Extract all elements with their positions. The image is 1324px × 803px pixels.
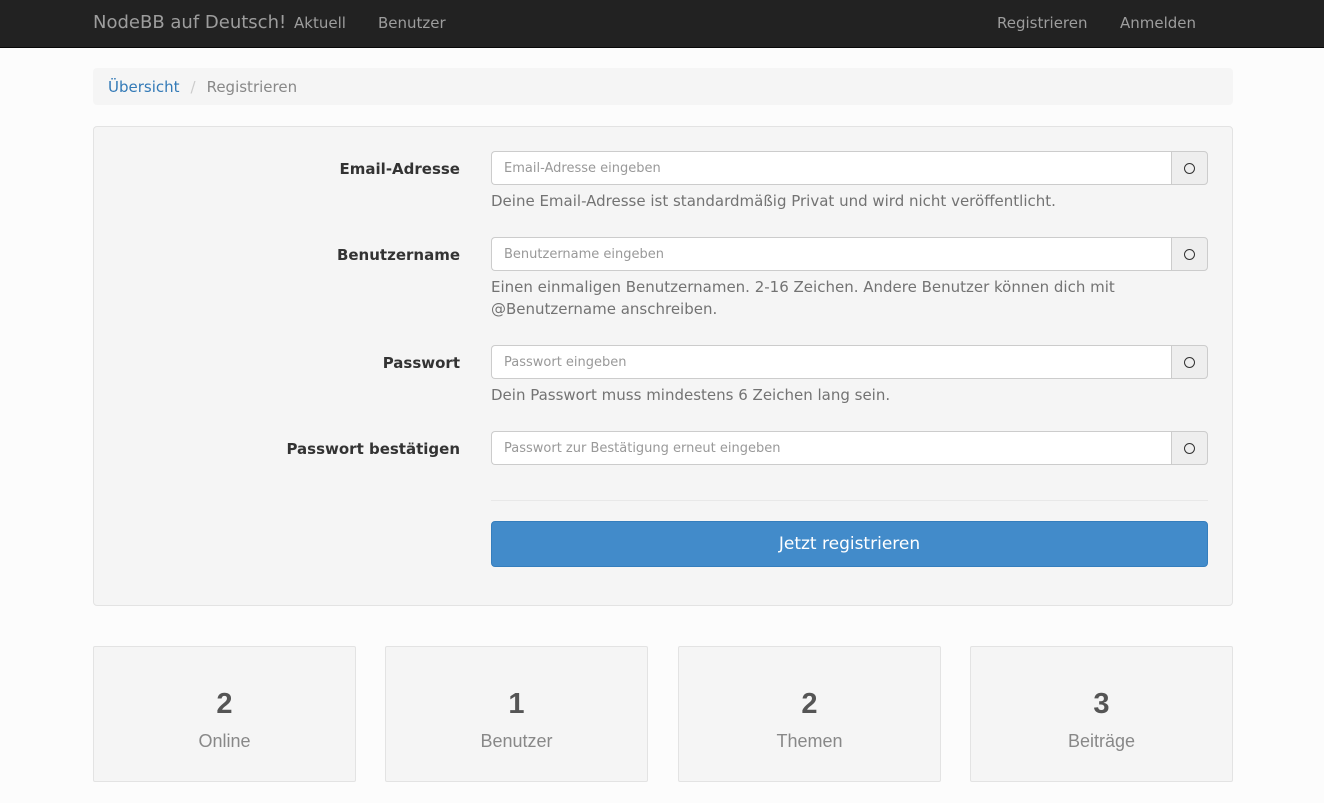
username-addon [1171,237,1208,271]
circle-icon [1184,356,1195,368]
stat-value: 1 [508,688,525,720]
register-button[interactable]: Jetzt registrieren [491,521,1208,567]
email-field[interactable] [491,151,1171,185]
stat-card-users: 1 Benutzer [385,646,648,782]
breadcrumb: Übersicht / Registrieren [93,68,1233,105]
email-label: Email-Adresse [339,160,460,178]
password-field[interactable] [491,345,1171,379]
stat-label: Online [198,731,251,751]
confirm-password-label: Passwort bestätigen [286,440,460,458]
confirm-password-input-group [491,431,1208,465]
stat-label: Benutzer [480,731,553,751]
email-addon [1171,151,1208,185]
confirm-password-field[interactable] [491,431,1171,465]
circle-icon [1184,442,1195,454]
password-input-group [491,345,1208,379]
stat-card-topics: 2 Themen [678,646,941,782]
password-help-text: Dein Passwort muss mindestens 6 Zeichen … [491,386,891,404]
confirm-password-addon [1171,431,1208,465]
circle-icon [1184,162,1195,174]
breadcrumb-home-link[interactable]: Übersicht [108,78,180,96]
breadcrumb-separator: / [190,77,196,96]
stat-label: Themen [776,731,843,751]
nav-link-benutzer[interactable]: Benutzer [378,14,446,32]
email-input-group [491,151,1208,185]
stat-label: Beiträge [1067,731,1136,751]
username-field[interactable] [491,237,1171,271]
brand-link[interactable]: NodeBB auf Deutsch! [93,12,286,34]
username-input-group [491,237,1208,271]
nav-link-registrieren[interactable]: Registrieren [997,14,1088,32]
stat-card-online: 2 Online [93,646,356,782]
circle-icon [1184,248,1195,260]
stat-value: 2 [801,688,818,720]
password-label: Passwort [382,354,460,372]
stat-value: 2 [216,688,233,720]
breadcrumb-current: Registrieren [206,77,298,96]
top-navbar: NodeBB auf Deutsch! Aktuell Benutzer Reg… [0,0,1324,48]
register-form-panel: Email-Adresse Deine Email-Adresse ist st… [93,126,1233,606]
password-addon [1171,345,1208,379]
stat-card-posts: 3 Beiträge [970,646,1233,782]
nav-link-aktuell[interactable]: Aktuell [294,14,346,32]
form-divider [491,500,1208,501]
nav-link-anmelden[interactable]: Anmelden [1120,14,1196,32]
username-label: Benutzername [336,246,460,264]
stat-value: 3 [1093,688,1110,720]
username-help-text: Einen einmaligen Benutzernamen. 2-16 Zei… [491,278,1115,318]
email-help-text: Deine Email-Adresse ist standardmäßig Pr… [491,192,1056,210]
